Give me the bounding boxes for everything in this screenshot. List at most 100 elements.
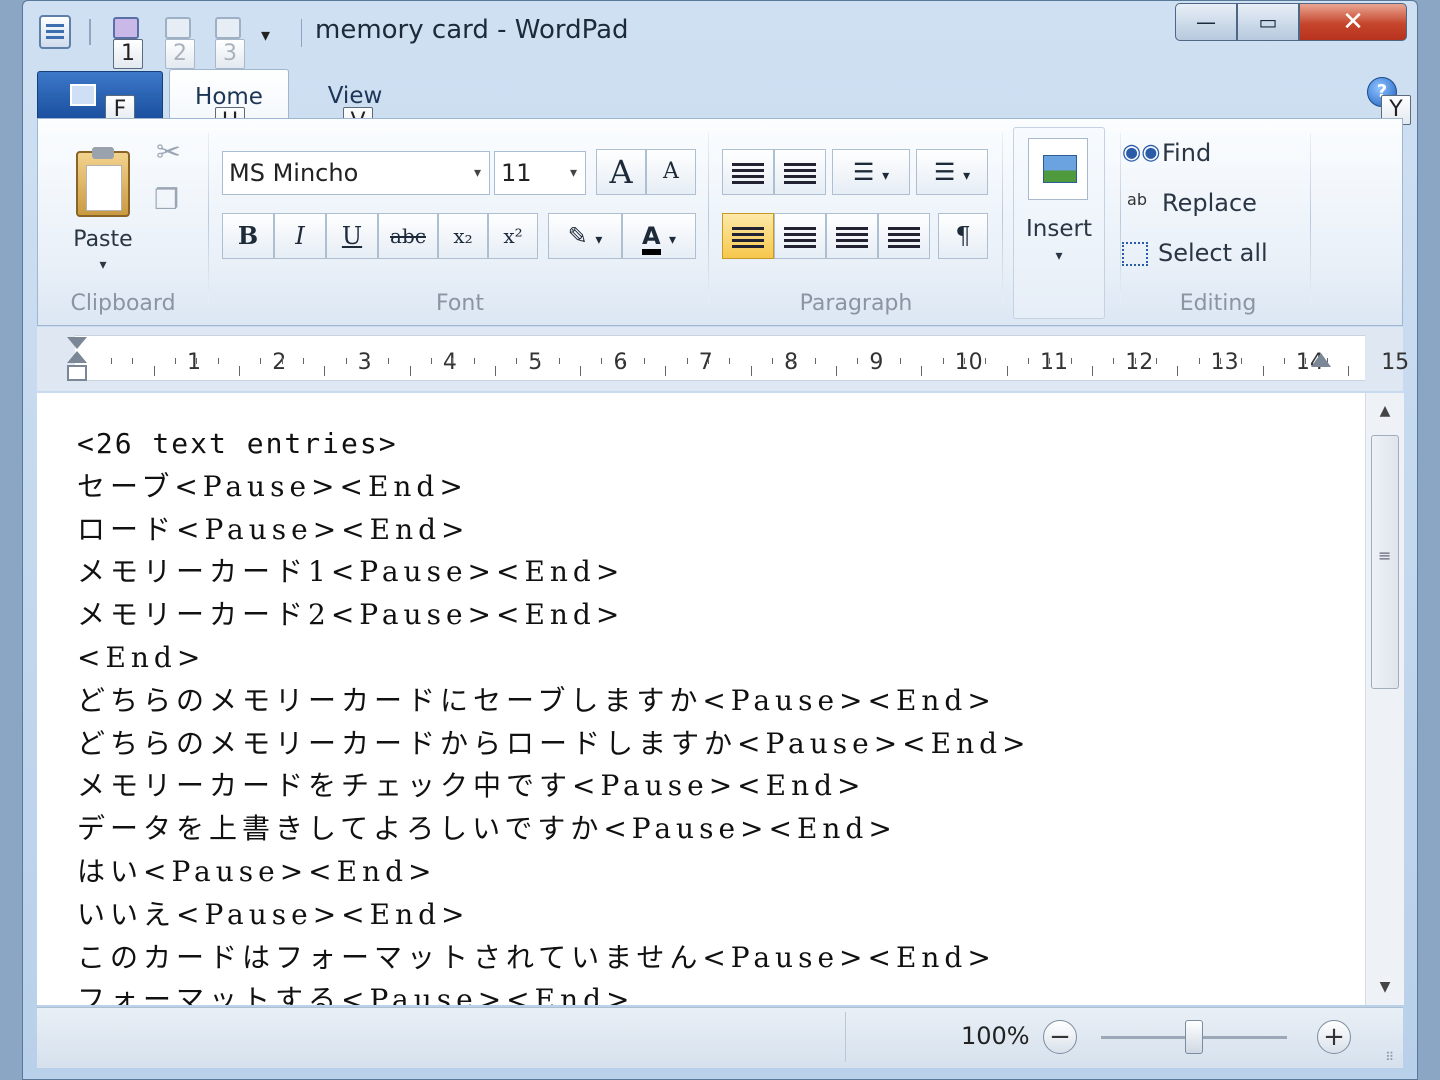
underline-button[interactable]: U	[326, 213, 378, 259]
paste-button[interactable]: Paste ▾	[58, 131, 148, 281]
bullet-list-button[interactable]: ☰ ▾	[832, 149, 910, 195]
highlight-color-button[interactable]: ✎ ▾	[548, 213, 622, 259]
document-line[interactable]: セーブ<Pause><End>	[77, 466, 1031, 509]
shrink-font-icon: A	[663, 159, 679, 184]
document-area[interactable]: <26 text entries> セーブ<Pause><End> ロード<Paus…	[37, 393, 1365, 1005]
ruler-tick	[1134, 358, 1136, 364]
document-line[interactable]: <26 text entries>	[77, 423, 1031, 466]
group-separator	[208, 133, 209, 305]
arrow-down-icon: ▼	[1379, 979, 1391, 995]
superscript-icon: x²	[503, 224, 523, 248]
decrease-indent-button[interactable]	[722, 149, 774, 195]
font-size-select[interactable]: 11 ▾	[494, 151, 586, 195]
insert-picture-button[interactable]: Insert ▾	[1013, 127, 1105, 319]
first-line-indent-marker[interactable]	[67, 337, 87, 349]
document-line[interactable]: このカードはフォーマットされていません<Pause><End>	[77, 937, 1031, 980]
document-text[interactable]: <26 text entries> セーブ<Pause><End> ロード<Paus…	[77, 423, 1031, 1005]
chevron-down-icon: ▾	[963, 168, 971, 184]
strikethrough-button[interactable]: abc	[378, 213, 438, 259]
ruler-tick	[1155, 358, 1157, 364]
ruler-tick	[345, 358, 347, 364]
shrink-font-button[interactable]: A	[646, 149, 696, 195]
superscript-button[interactable]: x²	[488, 213, 538, 259]
minimize-button[interactable]: —	[1175, 3, 1237, 41]
left-indent-marker[interactable]	[67, 365, 87, 381]
paragraph-settings-button[interactable]: ¶	[938, 213, 988, 259]
replace-button[interactable]: ab Replace	[1122, 189, 1257, 218]
font-family-select[interactable]: MS Mincho ▾	[222, 151, 490, 195]
grow-font-button[interactable]: A	[596, 149, 646, 195]
zoom-slider-thumb[interactable]	[1185, 1020, 1203, 1054]
chevron-down-icon: ▾	[569, 165, 577, 181]
wordpad-app-icon[interactable]	[39, 15, 71, 49]
maximize-icon: ▭	[1258, 10, 1278, 34]
document-line[interactable]: メモリーカード1<Pause><End>	[77, 551, 1031, 594]
line-spacing-icon: ☰	[933, 158, 956, 186]
close-icon: ✕	[1342, 7, 1364, 37]
ruler-tick	[388, 358, 390, 364]
vertical-scrollbar[interactable]: ▲ ▼	[1365, 393, 1404, 1005]
scroll-up-button[interactable]: ▲	[1366, 393, 1404, 429]
highlighter-icon: ✎	[567, 222, 588, 250]
document-line[interactable]: データを上書きしてよろしいですか<Pause><End>	[77, 808, 1031, 851]
resize-grip-icon[interactable]: ⠿	[1385, 1050, 1395, 1064]
document-line[interactable]: どちらのメモリーカードからロードしますか<Pause><End>	[77, 723, 1031, 766]
quick-access-separator	[89, 19, 91, 45]
cut-icon[interactable]: ✂	[156, 135, 181, 170]
ruler-tick	[153, 366, 155, 376]
right-indent-marker[interactable]	[1311, 353, 1331, 367]
document-line[interactable]: フォーマットする<Pause><End>	[77, 979, 1031, 1005]
italic-button[interactable]: I	[274, 213, 326, 259]
document-line[interactable]: どちらのメモリーカードにセーブしますか<Pause><End>	[77, 680, 1031, 723]
select-all-label: Select all	[1158, 239, 1268, 267]
ruler-number: 11	[1040, 350, 1068, 375]
file-menu-button[interactable]	[37, 71, 163, 119]
hanging-indent-marker[interactable]	[67, 351, 87, 363]
horizontal-ruler[interactable]: 1 2 3 4 5 6 7 8 9 10 11 12 13 14 15	[37, 327, 1409, 391]
ruler-tick	[1049, 358, 1051, 364]
copy-icon[interactable]: ❐	[154, 183, 179, 216]
binoculars-icon: ◉◉	[1122, 140, 1161, 165]
align-center-button[interactable]	[774, 213, 826, 259]
replace-icon: ab	[1127, 190, 1147, 209]
ruler-tick	[494, 366, 496, 376]
document-line[interactable]: <End>	[77, 637, 1031, 680]
document-line[interactable]: メモリーカード2<Pause><End>	[77, 594, 1031, 637]
status-separator	[845, 1012, 846, 1062]
ruler-strip: 1 2 3 4 5 6 7 8 9 10 11 12 13 14 15	[75, 335, 1409, 381]
close-button[interactable]: ✕	[1299, 3, 1407, 41]
ruler-number: 8	[784, 350, 799, 375]
group-separator	[1310, 133, 1311, 305]
document-line[interactable]: メモリーカードをチェック中です<Pause><End>	[77, 765, 1031, 808]
ruler-tick	[473, 358, 475, 364]
justify-button[interactable]	[878, 213, 930, 259]
increase-indent-button[interactable]	[774, 149, 826, 195]
customize-quick-access-dropdown[interactable]: ▾	[261, 25, 270, 46]
ruler-number: 5	[528, 350, 543, 375]
title-bar[interactable]: 1 2 3 ▾ memory card - WordPad — ▭ ✕	[23, 1, 1417, 69]
line-spacing-button[interactable]: ☰ ▾	[916, 149, 988, 195]
zoom-level: 100%	[961, 1022, 1030, 1050]
ruler-tick	[1283, 358, 1285, 364]
text-color-button[interactable]: A ▾	[622, 213, 696, 259]
scroll-down-button[interactable]: ▼	[1366, 969, 1404, 1005]
strikethrough-icon: abc	[390, 224, 426, 248]
maximize-button[interactable]: ▭	[1237, 3, 1299, 41]
zoom-in-button[interactable]: +	[1317, 1020, 1351, 1054]
select-all-button[interactable]: Select all	[1122, 239, 1268, 267]
align-right-button[interactable]	[826, 213, 878, 259]
align-left-button[interactable]	[722, 213, 774, 259]
zoom-out-button[interactable]: −	[1043, 1020, 1077, 1054]
group-separator	[708, 133, 709, 305]
insert-label: Insert	[1026, 216, 1092, 242]
chevron-down-icon: ▾	[668, 232, 676, 248]
ruler-tick	[942, 358, 944, 364]
find-button[interactable]: ◉◉Find	[1122, 139, 1211, 168]
bold-button[interactable]: B	[222, 213, 274, 259]
document-line[interactable]: はい<Pause><End>	[77, 851, 1031, 894]
group-label-editing: Editing	[1179, 291, 1257, 316]
scrollbar-thumb[interactable]	[1371, 435, 1399, 689]
subscript-button[interactable]: x₂	[438, 213, 488, 259]
document-line[interactable]: いいえ<Pause><End>	[77, 894, 1031, 937]
document-line[interactable]: ロード<Pause><End>	[77, 509, 1031, 552]
